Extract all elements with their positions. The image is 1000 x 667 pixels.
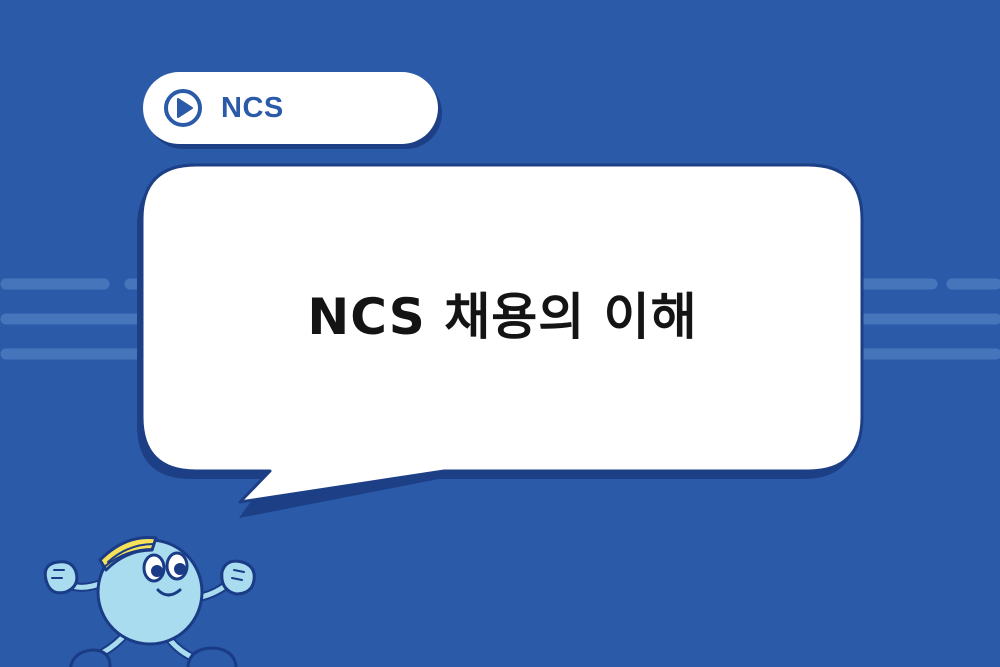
running-mascot-icon (43, 535, 256, 667)
thumbnail-canvas: NCS NCS 채용의 이해 (0, 0, 1000, 667)
bubble-title: NCS 채용의 이해 (307, 288, 698, 346)
